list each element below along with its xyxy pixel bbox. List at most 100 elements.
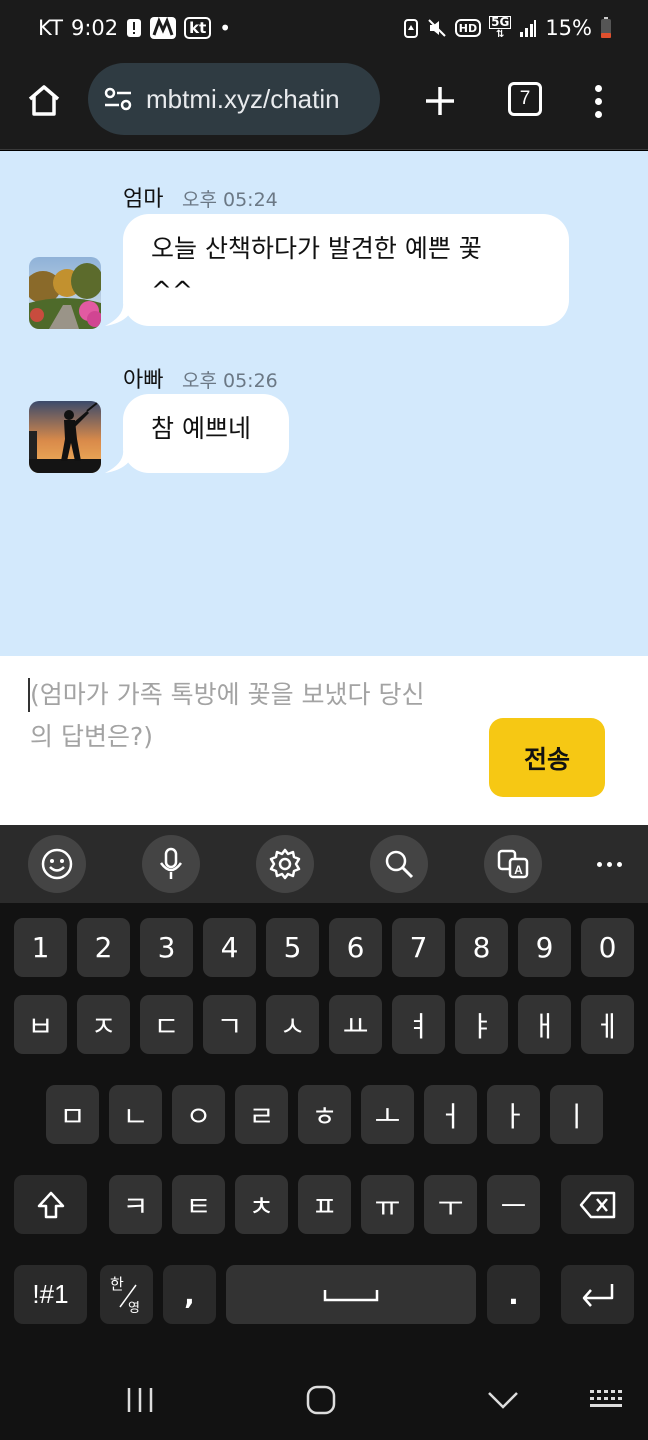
key-0[interactable]: 0	[581, 918, 634, 977]
tab-count: 7	[519, 88, 531, 109]
key-eo[interactable]: ㅓ	[424, 1085, 477, 1144]
message-bubble: 참 예쁘네	[105, 394, 289, 473]
mic-icon[interactable]	[142, 835, 200, 893]
status-bar: KT 9:02 kt • HD 5G ⇅ 15%	[0, 0, 648, 60]
site-settings-icon[interactable]	[102, 83, 134, 115]
golfer-sunset-avatar[interactable]	[29, 401, 101, 473]
key-rieul[interactable]: ㄹ	[235, 1085, 288, 1144]
keyboard: 1 2 3 4 5 6 7 8 9 0 ㅂ ㅈ ㄷ ㄱ ㅅ ㅛ ㅕ ㅑ ㅐ ㅔ …	[0, 903, 648, 1360]
home-icon	[28, 85, 60, 116]
network-label: 5G	[489, 15, 512, 29]
message-time: 오후 05:26	[182, 370, 278, 392]
5g-icon: 5G ⇅	[489, 15, 512, 40]
key-9[interactable]: 9	[518, 918, 571, 977]
keyboard-toolbar: A	[0, 825, 648, 903]
home-circle-icon[interactable]	[299, 1380, 343, 1420]
key-5[interactable]: 5	[266, 918, 319, 977]
keyboard-hide-icon[interactable]	[584, 1380, 628, 1420]
key-mieum[interactable]: ㅁ	[46, 1085, 99, 1144]
placeholder-line: (엄마가 가족 톡방에 꽃을 보냈다 당신	[30, 680, 425, 709]
translate-icon[interactable]: A	[484, 835, 542, 893]
enter-icon[interactable]	[561, 1265, 634, 1324]
key-bieup[interactable]: ㅂ	[14, 995, 67, 1054]
plus-icon	[426, 87, 454, 115]
hd-icon: HD	[454, 19, 482, 37]
send-button[interactable]: 전송	[489, 718, 605, 797]
key-a[interactable]: ㅏ	[487, 1085, 540, 1144]
browser-toolbar: mbtmi.xyz/chatin 7	[0, 60, 648, 150]
key-e[interactable]: ㅔ	[581, 995, 634, 1054]
key-eu[interactable]: ㅡ	[487, 1175, 540, 1234]
key-1[interactable]: 1	[14, 918, 67, 977]
key-6[interactable]: 6	[329, 918, 382, 977]
message-bubble: 오늘 산책하다가 발견한 예쁜 꽃 ^^	[105, 214, 569, 326]
symbols-key[interactable]: !#1	[14, 1265, 87, 1324]
key-yo[interactable]: ㅛ	[329, 995, 382, 1054]
kt-icon: kt	[184, 17, 212, 39]
key-7[interactable]: 7	[392, 918, 445, 977]
message-composer: (엄마가 가족 톡방에 꽃을 보냈다 당신 의 답변은?) 전송	[0, 656, 648, 825]
key-chieut[interactable]: ㅊ	[235, 1175, 288, 1234]
key-8[interactable]: 8	[455, 918, 508, 977]
arrows-icon: ⇅	[496, 29, 505, 40]
emoji-icon[interactable]	[28, 835, 86, 893]
search-icon[interactable]	[370, 835, 428, 893]
shift-icon[interactable]	[14, 1175, 87, 1234]
recycle-icon	[403, 18, 419, 38]
key-yu[interactable]: ㅠ	[361, 1175, 414, 1234]
bubble-tail	[105, 302, 135, 326]
key-ae[interactable]: ㅐ	[518, 995, 571, 1054]
key-ya[interactable]: ㅑ	[455, 995, 508, 1054]
key-3[interactable]: 3	[140, 918, 193, 977]
new-tab-button[interactable]	[416, 77, 464, 125]
key-digeut[interactable]: ㄷ	[140, 995, 193, 1054]
key-4[interactable]: 4	[203, 918, 256, 977]
key-yeo[interactable]: ㅕ	[392, 995, 445, 1054]
language-key[interactable]: 한 영	[100, 1265, 153, 1324]
key-hieut[interactable]: ㅎ	[298, 1085, 351, 1144]
flower-garden-avatar[interactable]	[29, 257, 101, 329]
signal-icon	[519, 19, 537, 37]
more-vert-icon[interactable]	[584, 77, 612, 125]
message-time: 오후 05:24	[182, 189, 278, 211]
key-u[interactable]: ㅜ	[424, 1175, 477, 1234]
recents-icon[interactable]	[118, 1380, 162, 1420]
key-i[interactable]: ㅣ	[550, 1085, 603, 1144]
alert-icon	[126, 18, 142, 38]
key-pieup[interactable]: ㅍ	[298, 1175, 351, 1234]
back-chevron-icon[interactable]	[481, 1380, 525, 1420]
key-siot[interactable]: ㅅ	[266, 995, 319, 1054]
battery-icon	[600, 17, 612, 39]
reply-input[interactable]: (엄마가 가족 톡방에 꽃을 보냈다 당신 의 답변은?)	[30, 674, 470, 758]
bubble-tail	[105, 449, 135, 473]
tabs-icon[interactable]: 7	[508, 82, 542, 116]
key-o[interactable]: ㅗ	[361, 1085, 414, 1144]
placeholder-line: 의 답변은?)	[30, 722, 153, 751]
key-tieut[interactable]: ㅌ	[172, 1175, 225, 1234]
status-left: KT 9:02 kt •	[38, 16, 231, 40]
more-horiz-icon[interactable]	[580, 835, 638, 893]
key-ieung[interactable]: ㅇ	[172, 1085, 225, 1144]
address-bar[interactable]: mbtmi.xyz/chatin	[88, 63, 380, 135]
key-nieun[interactable]: ㄴ	[109, 1085, 162, 1144]
comma-key[interactable]: ,	[163, 1265, 216, 1324]
status-right: HD 5G ⇅ 15%	[403, 16, 612, 40]
space-icon[interactable]	[226, 1265, 476, 1324]
key-giyeok[interactable]: ㄱ	[203, 995, 256, 1054]
message-line: ^^	[151, 276, 193, 305]
chat-area[interactable]: 엄마 오후 05:24 오늘 산책하다가 발견한 예쁜 꽃 ^^ 아빠 오후 0…	[0, 151, 648, 656]
key-2[interactable]: 2	[77, 918, 130, 977]
dot-icon: •	[219, 16, 232, 40]
url-text[interactable]: mbtmi.xyz/chatin	[146, 84, 340, 115]
svg-text:A: A	[514, 863, 523, 877]
settings-icon[interactable]	[256, 835, 314, 893]
backspace-icon[interactable]	[561, 1175, 634, 1234]
home-button[interactable]	[22, 78, 66, 122]
key-kieuk[interactable]: ㅋ	[109, 1175, 162, 1234]
clock: 9:02	[70, 16, 119, 40]
key-jieut[interactable]: ㅈ	[77, 995, 130, 1054]
period-key[interactable]: .	[487, 1265, 540, 1324]
sender-name: 엄마	[123, 187, 164, 212]
carrier-label: KT	[38, 16, 63, 40]
message-line: 오늘 산책하다가 발견한 예쁜 꽃	[151, 234, 482, 263]
